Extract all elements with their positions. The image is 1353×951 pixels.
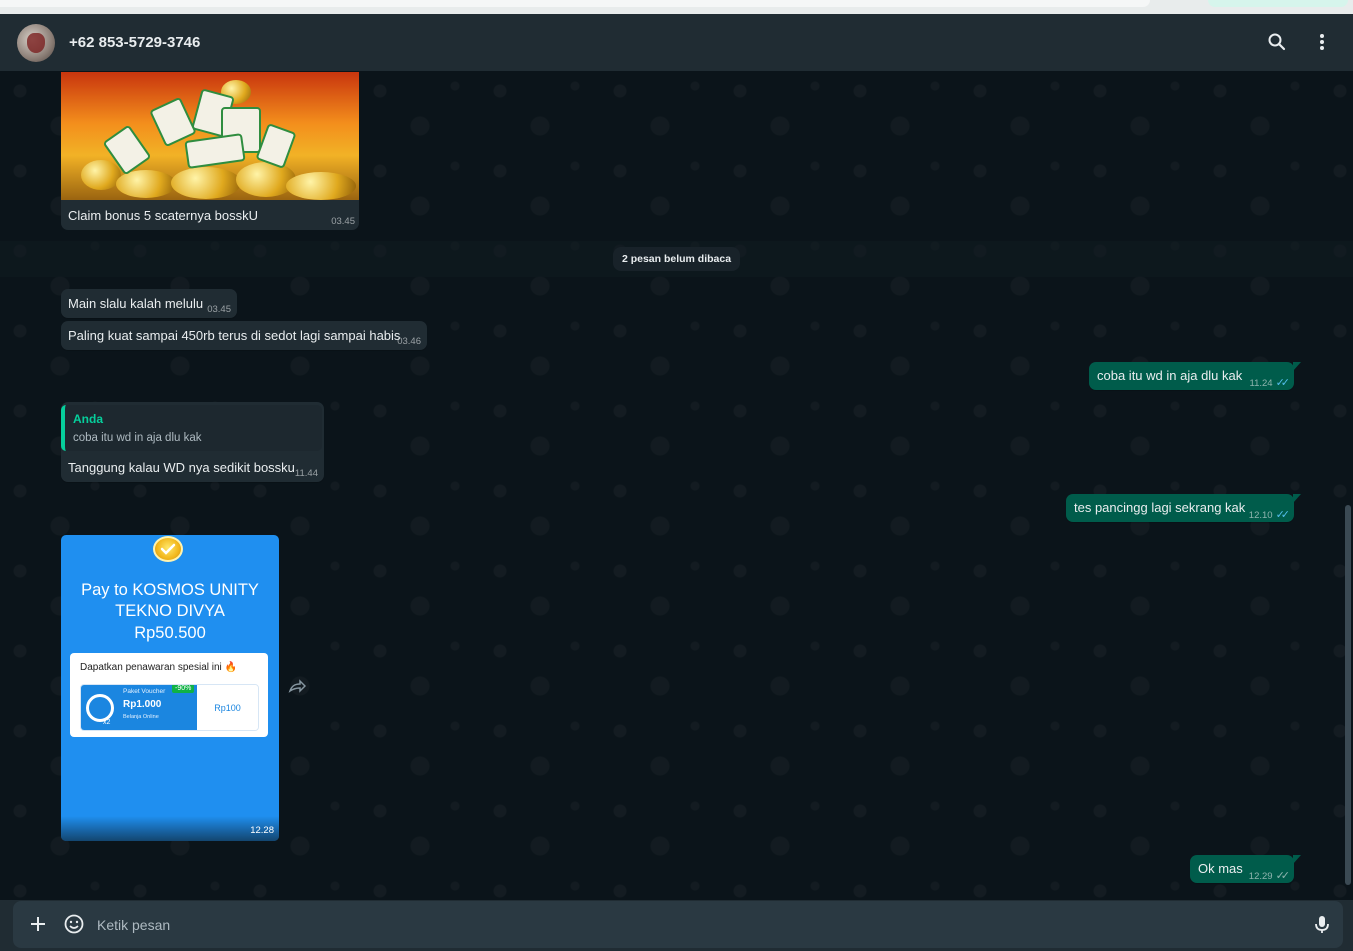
voucher-logo-icon [86, 694, 114, 722]
image-caption: Claim bonus 5 scaternya bosskU [68, 208, 259, 223]
message-time: 03.45 [331, 216, 355, 227]
message-text: Ok mas [1198, 861, 1243, 876]
chat-scrollbar[interactable] [1345, 505, 1351, 885]
message-time: 12.10 [1248, 510, 1273, 521]
message-text: coba itu wd in aja dlu kak [1097, 368, 1243, 383]
message-meta: 12.29 ✓✓ [1248, 867, 1291, 882]
voucher-sub: Belanja Online [123, 714, 159, 720]
payment-amount: Rp50.500 [134, 624, 206, 642]
incoming-reply-message[interactable]: Anda coba itu wd in aja dlu kak Tanggung… [61, 402, 324, 482]
message-meta: 11.24 ✓✓ [1249, 374, 1291, 389]
browser-action-pill [1208, 0, 1348, 7]
search-icon[interactable] [1263, 28, 1291, 56]
offer-title: Dapatkan penawaran spesial ini 🔥 [80, 662, 237, 673]
payee-line-1: Pay to KOSMOS UNITY [81, 581, 259, 599]
coin-check-icon [153, 536, 183, 562]
delivered-ticks-icon: ✓✓ [1275, 870, 1291, 882]
address-bar-edge [0, 0, 1150, 7]
mahjong-image[interactable] [61, 72, 359, 200]
payment-image-message[interactable]: Pay to KOSMOS UNITY TEKNO DIVYA Rp50.500… [61, 535, 279, 841]
message-input[interactable]: Ketik pesan [97, 917, 170, 933]
contact-avatar[interactable] [17, 23, 55, 62]
message-meta: 12.10 ✓✓ [1248, 506, 1291, 521]
message-time: 11.24 [1249, 378, 1273, 389]
outgoing-message[interactable]: tes pancingg lagi sekrang kak 12.10 ✓✓ [1066, 494, 1301, 522]
contact-name[interactable]: +62 853-5729-3746 [69, 34, 200, 51]
image-footer-shade [61, 816, 279, 841]
voucher-left: Paket Voucher Rp1.000 Belanja Online x2 … [81, 685, 197, 730]
kebab-menu-icon[interactable] [1308, 28, 1336, 56]
read-ticks-icon: ✓✓ [1275, 377, 1291, 389]
kebab-menu-glyph [1320, 34, 1324, 50]
unread-divider: 2 pesan belum dibaca [0, 241, 1353, 277]
discount-badge: -90% [172, 685, 195, 693]
quoted-message[interactable]: Anda coba itu wd in aja dlu kak [61, 405, 322, 451]
message-time: 11.44 [294, 468, 318, 479]
search-icon-glyph [1268, 33, 1286, 51]
message-time: 12.28 [250, 825, 274, 836]
message-text: Paling kuat sampai 450rb terus di sedot … [68, 328, 401, 343]
message-time: 12.29 [1248, 871, 1273, 882]
voucher-ticket: Paket Voucher Rp1.000 Belanja Online x2 … [80, 684, 259, 731]
incoming-message[interactable]: Paling kuat sampai 450rb terus di sedot … [61, 321, 427, 350]
image-message[interactable]: Claim bonus 5 scaternya bosskU 03.45 [61, 72, 359, 230]
voucher-right-price: Rp100 [197, 685, 258, 730]
message-text: Main slalu kalah melulu [68, 296, 204, 311]
quoted-author: Anda [73, 412, 103, 426]
voucher-qty: x2 [103, 719, 111, 726]
voucher-label: Paket Voucher [123, 688, 166, 695]
message-time: 03.46 [397, 336, 421, 347]
browser-top-strip [0, 0, 1353, 14]
special-offer-card: Dapatkan penawaran spesial ini 🔥 Paket V… [70, 653, 268, 737]
quoted-text: coba itu wd in aja dlu kak [73, 432, 202, 444]
outgoing-message[interactable]: Ok mas 12.29 ✓✓ [1190, 855, 1301, 883]
message-time: 03.45 [207, 304, 231, 315]
payee-name: Pay to KOSMOS UNITY TEKNO DIVYA [61, 580, 279, 622]
incoming-message[interactable]: Main slalu kalah melulu 03.45 [61, 289, 237, 318]
read-ticks-icon: ✓✓ [1275, 509, 1291, 521]
unread-label: 2 pesan belum dibaca [612, 247, 741, 271]
outgoing-message[interactable]: coba itu wd in aja dlu kak 11.24 ✓✓ [1089, 362, 1301, 390]
voucher-price: Rp1.000 [123, 699, 162, 710]
forward-icon[interactable] [288, 679, 308, 697]
chat-header[interactable]: +62 853-5729-3746 [0, 14, 1353, 71]
emoji-sticker-icon[interactable] [63, 913, 85, 935]
message-text: Tanggung kalau WD nya sedikit bossku [68, 460, 295, 475]
message-composer[interactable]: Ketik pesan [13, 901, 1343, 948]
message-text: tes pancingg lagi sekrang kak [1074, 500, 1246, 515]
attach-plus-icon[interactable] [27, 913, 49, 935]
payee-line-2: TEKNO DIVYA [115, 602, 225, 620]
microphone-icon[interactable] [1311, 913, 1333, 935]
